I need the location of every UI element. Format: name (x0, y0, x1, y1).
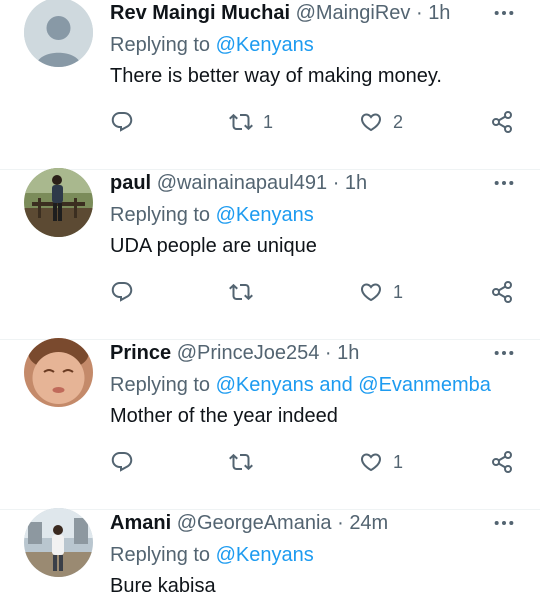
tweet-header: Amani @GeorgeAmania · 24m (110, 510, 388, 536)
separator-dot: · (324, 342, 332, 364)
tweet-header: Prince @PrinceJoe254 · 1h (110, 340, 359, 366)
tweet-text: Mother of the year indeed (110, 405, 338, 427)
replying-to: Replying to @Kenyans (110, 202, 314, 228)
avatar[interactable] (24, 508, 93, 577)
photo-avatar (24, 338, 93, 407)
reply-button[interactable] (110, 278, 134, 306)
mention-link[interactable]: @Evanmemba (358, 374, 491, 396)
mention-conjunction: and (319, 374, 353, 396)
share-icon (492, 281, 512, 303)
like-count: 1 (393, 281, 404, 302)
replying-prefix: Replying to (110, 544, 211, 566)
tweet-text: UDA people are unique (110, 235, 317, 257)
tweet[interactable]: Rev Maingi Muchai @MaingiRev · 1h Replyi… (0, 0, 540, 170)
replying-prefix: Replying to (110, 374, 211, 396)
display-name[interactable]: Rev Maingi Muchai (110, 2, 290, 24)
replying-prefix: Replying to (110, 204, 211, 226)
avatar[interactable] (24, 168, 93, 237)
like-count: 2 (393, 111, 404, 132)
tweet-text: There is better way of making money. (110, 65, 442, 87)
reply-icon (111, 112, 133, 132)
replying-to: Replying to @Kenyans (110, 32, 314, 58)
avatar[interactable] (24, 0, 93, 67)
timestamp[interactable]: 1h (345, 172, 367, 194)
like-icon (360, 453, 382, 472)
reply-icon (111, 452, 133, 472)
mention-link[interactable]: @Kenyans (216, 204, 314, 226)
tweet[interactable]: paul @wainainapaul491 · 1h Replying to @… (0, 168, 540, 340)
user-handle[interactable]: @PrinceJoe254 (177, 342, 320, 364)
retweet-icon (229, 283, 253, 301)
share-button[interactable] (490, 108, 514, 136)
separator-dot: · (332, 172, 340, 194)
display-name[interactable]: paul (110, 172, 151, 194)
tweet-header: Rev Maingi Muchai @MaingiRev · 1h (110, 0, 450, 26)
tweet[interactable]: Amani @GeorgeAmania · 24m Replying to @K… (0, 508, 540, 602)
share-button[interactable] (490, 448, 514, 476)
like-button[interactable]: 2 (359, 108, 403, 136)
retweet-button[interactable]: 1 (229, 108, 273, 136)
replying-to: Replying to @Kenyans and @Evanmemba (110, 372, 491, 398)
default-avatar-icon (24, 0, 93, 67)
like-icon (360, 283, 382, 302)
retweet-icon (229, 113, 253, 131)
tweet-text: Bure kabisa (110, 575, 216, 597)
user-handle[interactable]: @wainainapaul491 (157, 172, 327, 194)
share-icon (492, 451, 512, 473)
like-button[interactable]: 1 (359, 448, 403, 476)
more-icon (494, 180, 514, 186)
photo-avatar (24, 168, 93, 237)
replying-to: Replying to @Kenyans (110, 542, 314, 568)
share-icon (492, 111, 512, 133)
reply-button[interactable] (110, 108, 134, 136)
retweet-icon (229, 453, 253, 471)
more-icon (494, 350, 514, 356)
user-handle[interactable]: @GeorgeAmania (177, 512, 332, 534)
user-handle[interactable]: @MaingiRev (296, 2, 411, 24)
tweet[interactable]: Prince @PrinceJoe254 · 1h Replying to @K… (0, 338, 540, 510)
more-button[interactable] (490, 172, 518, 194)
timestamp[interactable]: 24m (349, 512, 388, 534)
mention-link[interactable]: @Kenyans (216, 544, 314, 566)
display-name[interactable]: Amani (110, 512, 171, 534)
like-count: 1 (393, 451, 404, 472)
more-button[interactable] (490, 342, 518, 364)
separator-dot: · (415, 2, 423, 24)
replying-prefix: Replying to (110, 34, 211, 56)
share-button[interactable] (490, 278, 514, 306)
like-button[interactable]: 1 (359, 278, 403, 306)
more-icon (494, 10, 514, 16)
more-icon (494, 520, 514, 526)
timestamp[interactable]: 1h (337, 342, 359, 364)
separator-dot: · (337, 512, 344, 534)
more-button[interactable] (490, 512, 518, 534)
mention-link[interactable]: @Kenyans (216, 374, 314, 396)
reply-button[interactable] (110, 448, 134, 476)
retweet-count: 1 (263, 111, 274, 132)
avatar[interactable] (24, 338, 93, 407)
photo-avatar (24, 508, 93, 577)
reply-icon (111, 282, 133, 302)
tweet-header: paul @wainainapaul491 · 1h (110, 170, 367, 196)
mention-link[interactable]: @Kenyans (216, 34, 314, 56)
like-icon (360, 113, 382, 132)
timestamp[interactable]: 1h (428, 2, 450, 24)
more-button[interactable] (490, 2, 518, 24)
retweet-button[interactable] (229, 448, 263, 476)
display-name[interactable]: Prince (110, 342, 171, 364)
retweet-button[interactable] (229, 278, 263, 306)
